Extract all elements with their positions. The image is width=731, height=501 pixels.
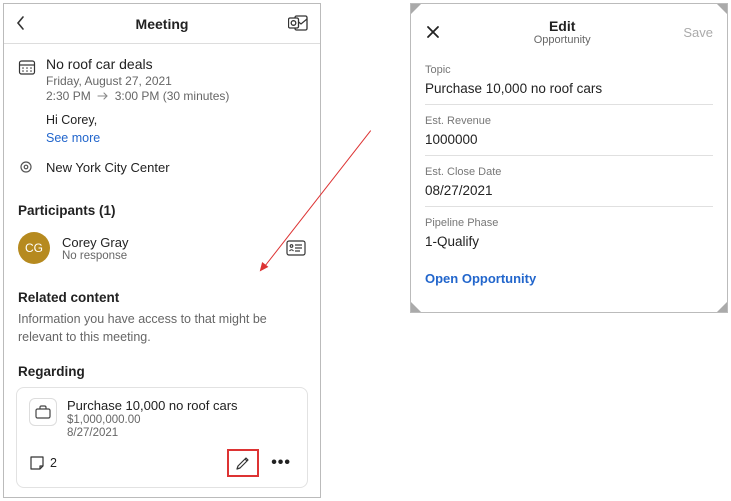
participant-response: No response [62, 250, 128, 262]
participant-row[interactable]: CG Corey Gray No response [4, 224, 320, 272]
close-date-label: Est. Close Date [425, 166, 713, 178]
page-title: Meeting [136, 16, 189, 32]
phase-field[interactable]: 1-Qualify [425, 229, 713, 257]
back-icon[interactable] [14, 14, 28, 32]
edit-button[interactable] [227, 449, 259, 477]
edit-title: Edit [441, 18, 683, 34]
card-date: 8/27/2021 [67, 427, 238, 439]
close-date-field[interactable]: 08/27/2021 [425, 178, 713, 207]
event-title: No roof car deals [46, 56, 229, 72]
arrow-right-icon [97, 92, 109, 100]
close-icon[interactable] [425, 24, 441, 40]
outlook-icon[interactable] [288, 14, 308, 32]
event-section: No roof car deals Friday, August 27, 202… [4, 44, 320, 185]
notes-count[interactable]: 2 [29, 455, 57, 471]
regarding-card[interactable]: Purchase 10,000 no roof cars $1,000,000.… [16, 387, 308, 488]
topic-field[interactable]: Purchase 10,000 no roof cars [425, 76, 713, 105]
regarding-header: Regarding [4, 364, 320, 379]
event-date: Friday, August 27, 2021 [46, 74, 229, 88]
save-button[interactable]: Save [683, 25, 713, 40]
topic-label: Topic [425, 64, 713, 76]
opportunity-icon [29, 398, 57, 426]
phase-label: Pipeline Phase [425, 217, 713, 229]
calendar-icon [18, 58, 36, 76]
header: Meeting [4, 4, 320, 44]
related-header: Related content [4, 290, 320, 305]
more-button[interactable]: ••• [267, 454, 295, 472]
time-start: 2:30 PM [46, 89, 91, 103]
revenue-field[interactable]: 1000000 [425, 127, 713, 156]
see-more-link[interactable]: See more [46, 131, 100, 145]
edit-subtitle: Opportunity [441, 34, 683, 46]
edit-header: Edit Opportunity Save [411, 4, 727, 48]
location-icon [18, 159, 36, 175]
avatar: CG [18, 232, 50, 264]
note-icon [29, 455, 45, 471]
meeting-panel: Meeting No roof car deals Friday, August… [3, 3, 321, 498]
edit-panel: Edit Opportunity Save Topic Purchase 10,… [410, 3, 728, 313]
card-amount: $1,000,000.00 [67, 414, 238, 426]
related-subtext: Information you have access to that migh… [4, 311, 320, 346]
participants-header: Participants (1) [4, 203, 320, 218]
edit-form: Topic Purchase 10,000 no roof cars Est. … [411, 48, 727, 257]
location-text: New York City Center [46, 160, 170, 175]
greeting-text: Hi Corey, [46, 113, 306, 127]
time-end: 3:00 PM (30 minutes) [115, 89, 230, 103]
pencil-icon [235, 455, 251, 471]
contact-card-icon[interactable] [286, 240, 306, 256]
participant-name: Corey Gray [62, 235, 128, 250]
revenue-label: Est. Revenue [425, 115, 713, 127]
open-opportunity-link[interactable]: Open Opportunity [411, 257, 727, 300]
card-title: Purchase 10,000 no roof cars [67, 398, 238, 413]
event-time: 2:30 PM 3:00 PM (30 minutes) [46, 89, 229, 103]
